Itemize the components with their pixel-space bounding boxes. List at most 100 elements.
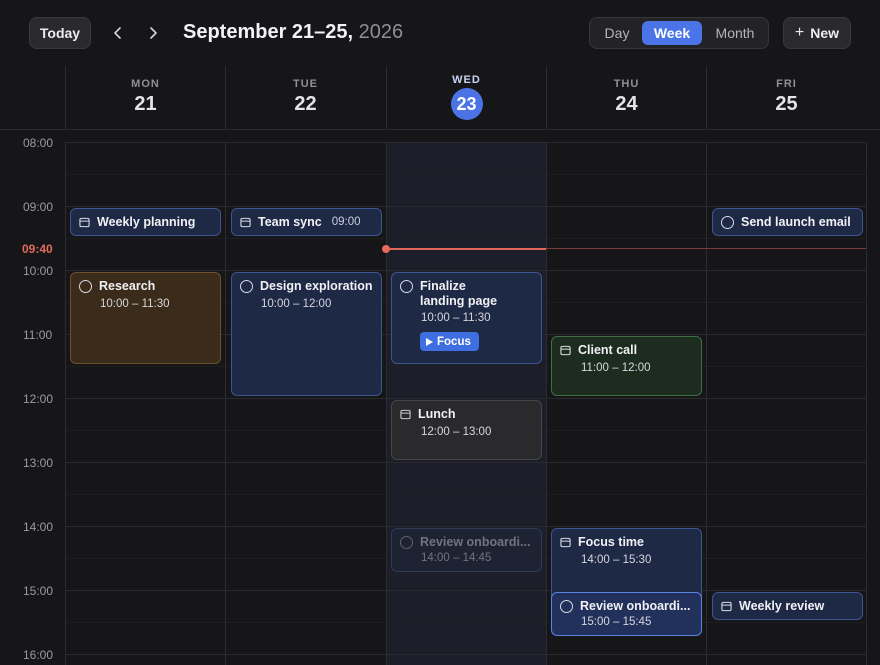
task-circle-icon[interactable] <box>400 535 413 549</box>
half-hour-line <box>65 174 867 175</box>
hour-line <box>65 206 867 207</box>
chevron-left-icon <box>114 27 121 39</box>
half-hour-line <box>65 622 867 623</box>
day-header-wed-today[interactable]: WED 23 <box>386 66 546 130</box>
event-title: Send launch email <box>741 215 851 229</box>
time-label: 13:00 <box>23 456 54 470</box>
current-time-dot <box>382 245 390 253</box>
column-divider <box>546 142 547 665</box>
column-divider <box>225 142 226 665</box>
new-event-label: New <box>810 25 840 41</box>
event-review-onboarding-ghost[interactable]: Review onboardi... 14:00 – 14:45 <box>391 528 542 572</box>
calendar-icon <box>721 601 732 611</box>
event-title: Review onboardi... <box>580 599 691 613</box>
event-send-launch-email[interactable]: Send launch email <box>712 208 863 236</box>
time-label: 16:00 <box>23 648 54 662</box>
task-circle-icon[interactable] <box>400 279 413 293</box>
view-day-tab[interactable]: Day <box>594 21 640 45</box>
time-label: 14:00 <box>23 520 54 534</box>
event-title: Weekly planning <box>97 215 196 229</box>
event-title: Review onboardi... <box>420 535 531 549</box>
event-lunch[interactable]: Lunch 12:00 – 13:00 <box>391 400 542 460</box>
task-circle-icon[interactable] <box>721 215 734 229</box>
event-time: 09:00 <box>331 216 361 228</box>
column-divider <box>866 142 867 665</box>
day-header-thu[interactable]: THU 24 <box>546 66 706 130</box>
task-circle-icon[interactable] <box>79 279 92 293</box>
current-time-line-today <box>386 248 546 250</box>
view-week-tab[interactable]: Week <box>642 21 702 45</box>
event-weekly-review[interactable]: Weekly review <box>712 592 863 620</box>
current-time-label: 09:40 <box>22 242 53 256</box>
time-label: 11:00 <box>23 328 53 342</box>
event-weekly-planning[interactable]: Weekly planning <box>70 208 221 236</box>
calendar-icon <box>560 537 571 547</box>
column-divider <box>386 142 387 665</box>
focus-badge-label: Focus <box>437 335 471 348</box>
day-header-mon[interactable]: MON 21 <box>65 66 225 130</box>
calendar-icon <box>400 409 411 419</box>
hour-line <box>65 462 867 463</box>
previous-week-button[interactable] <box>107 22 129 44</box>
half-hour-line <box>65 238 867 239</box>
date-range: September 21–25, <box>183 21 354 43</box>
today-button[interactable]: Today <box>29 17 91 49</box>
event-title-line2: landing page <box>420 294 498 308</box>
event-title: Client call <box>578 343 638 357</box>
next-week-button[interactable] <box>142 22 164 44</box>
calendar-icon <box>560 345 571 355</box>
day-number: 25 <box>775 93 798 115</box>
event-title: Team sync <box>258 215 322 229</box>
calendar-icon <box>79 217 90 227</box>
week-grid: 08:00 09:00 10:00 11:00 12:00 13:00 14:0… <box>0 130 880 665</box>
view-switcher: Day Week Month <box>589 17 769 49</box>
event-time: 14:00 – 14:45 <box>421 552 492 564</box>
event-title-line1: Finalize <box>420 279 466 293</box>
hour-line <box>65 270 867 271</box>
event-review-onboarding-dragging[interactable]: Review onboardi... 15:00 – 15:45 <box>551 592 702 636</box>
task-circle-icon[interactable] <box>240 279 253 293</box>
day-of-week: WED <box>452 74 481 86</box>
hour-line <box>65 526 867 527</box>
day-of-week: TUE <box>293 78 318 90</box>
column-divider <box>65 142 66 665</box>
day-header-fri[interactable]: FRI 25 <box>706 66 866 130</box>
event-research[interactable]: Research 10:00 – 11:30 <box>70 272 221 364</box>
task-circle-icon[interactable] <box>560 599 573 613</box>
event-time: 10:00 – 11:30 <box>100 298 170 310</box>
new-event-button[interactable]: + New <box>783 17 851 49</box>
play-icon <box>426 337 433 346</box>
event-team-sync[interactable]: Team sync 09:00 <box>231 208 382 236</box>
hour-line <box>65 142 867 143</box>
time-label: 10:00 <box>23 264 54 278</box>
day-number: 24 <box>615 93 638 115</box>
half-hour-line <box>65 494 867 495</box>
event-time: 12:00 – 13:00 <box>421 426 492 438</box>
event-design-exploration[interactable]: Design exploration 10:00 – 12:00 <box>231 272 382 396</box>
calendar-toolbar: Today September 21–25, 2026 Day Week Mon… <box>0 0 880 66</box>
date-range-year: 2026 <box>358 21 404 43</box>
event-time: 10:00 – 12:00 <box>261 298 332 310</box>
plus-icon: + <box>794 24 805 41</box>
view-month-tab[interactable]: Month <box>704 21 766 45</box>
day-header-tue[interactable]: TUE 22 <box>225 66 385 130</box>
time-label: 15:00 <box>23 584 54 598</box>
event-time: 14:00 – 15:30 <box>581 554 652 566</box>
event-title: Design exploration <box>260 279 373 293</box>
event-time: 11:00 – 12:00 <box>581 362 651 374</box>
event-title: Focus time <box>578 535 644 549</box>
event-client-call[interactable]: Client call 11:00 – 12:00 <box>551 336 702 396</box>
today-day-number: 23 <box>450 88 483 120</box>
event-finalize-landing-page[interactable]: Finalize landing page 10:00 – 11:30 Focu… <box>391 272 542 364</box>
event-title: Weekly review <box>739 599 825 613</box>
calendar-icon <box>240 217 251 227</box>
event-title: Lunch <box>418 407 456 421</box>
hour-line <box>65 590 867 591</box>
day-of-week: THU <box>613 78 640 90</box>
date-range-title: September 21–25, 2026 <box>183 21 403 44</box>
day-header-row: MON 21 TUE 22 WED 23 THU 24 FRI 25 <box>0 66 880 130</box>
focus-badge-button[interactable]: Focus <box>420 332 479 351</box>
event-time: 15:00 – 15:45 <box>581 616 652 628</box>
time-label: 12:00 <box>23 392 54 406</box>
event-time: 10:00 – 11:30 <box>421 312 491 324</box>
